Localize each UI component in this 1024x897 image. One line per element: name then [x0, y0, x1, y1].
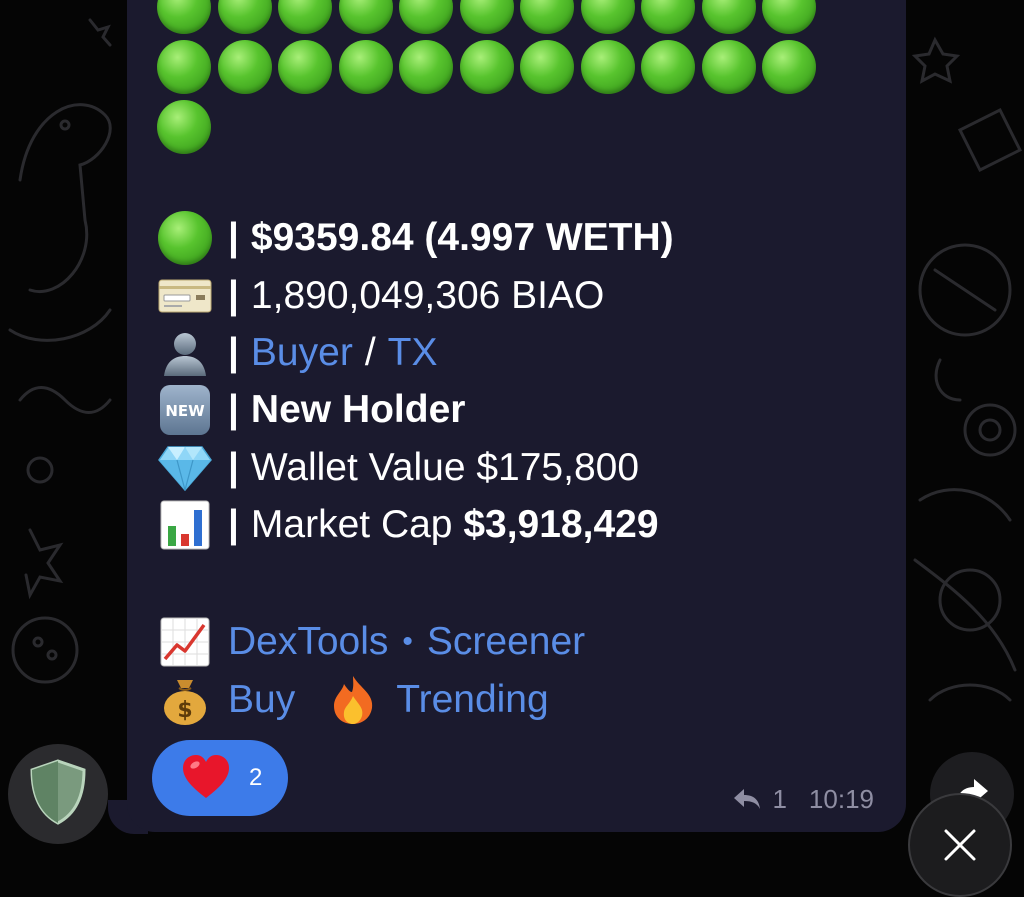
new-holder-line: NEW | New Holder	[157, 382, 465, 438]
green-circle-icon	[520, 40, 574, 94]
bar-chart-icon	[157, 498, 212, 553]
new-button-icon: NEW	[157, 383, 212, 438]
green-circle-icon	[157, 0, 211, 34]
buyer-link[interactable]: Buyer	[251, 331, 353, 375]
reply-arrow-icon	[732, 787, 762, 811]
separator: |	[228, 503, 239, 546]
buy-link[interactable]: Buy	[228, 678, 295, 722]
amount-line: | $9359.84 (4.997 WETH)	[157, 210, 674, 266]
green-dots-row	[157, 40, 827, 94]
gem-icon	[157, 441, 212, 496]
green-circle-icon	[459, 0, 514, 34]
separator: |	[228, 446, 239, 489]
green-dots-row	[157, 0, 827, 34]
green-circle-icon	[580, 0, 635, 34]
market-cap-label: Market Cap	[250, 503, 464, 546]
fire-icon	[325, 673, 380, 728]
green-circle-icon	[278, 40, 332, 94]
new-holder-label: New Holder	[250, 388, 466, 431]
wallet-value: Wallet Value $175,800	[250, 446, 640, 489]
money-bag-icon: $	[157, 673, 212, 728]
market-cap-line: | Market Cap $3,918,429	[157, 497, 659, 553]
links-line: DexTools • Screener	[157, 614, 585, 670]
separator: |	[228, 388, 239, 431]
green-circle-icon	[762, 0, 816, 34]
green-circle-icon	[701, 0, 756, 34]
green-circle-icon	[217, 40, 272, 94]
green-circle-icon	[520, 0, 574, 34]
shield-icon	[27, 758, 89, 831]
shield-avatar-button[interactable]	[8, 744, 108, 844]
amount-value: $9359.84 (4.997 WETH)	[250, 216, 674, 259]
green-dots-row	[157, 100, 827, 154]
trending-link[interactable]: Trending	[396, 678, 548, 722]
slash-separator: /	[364, 331, 376, 374]
separator: |	[228, 331, 239, 374]
green-circle-icon	[157, 211, 212, 266]
green-circle-icon	[217, 0, 272, 34]
dextools-link[interactable]: DexTools	[228, 620, 388, 664]
green-dots-graphic	[157, 0, 827, 160]
chart-increasing-icon	[157, 615, 212, 670]
green-circle-icon	[641, 40, 695, 94]
reaction-count: 2	[249, 764, 263, 791]
green-circle-icon	[338, 40, 393, 94]
green-circle-icon	[157, 100, 211, 154]
separator: |	[228, 216, 239, 259]
svg-text:$: $	[177, 698, 192, 723]
wallet-value-line: | Wallet Value $175,800	[157, 440, 639, 496]
dot-separator: •	[402, 625, 413, 658]
green-circle-icon	[338, 0, 393, 34]
green-circle-icon	[580, 40, 635, 94]
green-circle-icon	[762, 40, 816, 94]
tokens-value: 1,890,049,306 BIAO	[250, 274, 605, 317]
reaction-pill[interactable]: 2	[152, 740, 288, 816]
person-silhouette-icon	[157, 326, 212, 381]
green-circle-icon	[459, 40, 514, 94]
market-cap-value: $3,918,429	[463, 503, 659, 546]
green-circle-icon	[278, 0, 332, 34]
separator: |	[228, 274, 239, 317]
green-circle-icon	[701, 40, 756, 94]
tx-link[interactable]: TX	[388, 331, 438, 375]
buy-trending-line: $ Buy Trending	[157, 672, 549, 728]
green-circle-icon	[157, 40, 211, 94]
svg-text:NEW: NEW	[165, 402, 205, 420]
reply-count: 1	[772, 783, 787, 814]
buyer-line: | Buyer / TX	[157, 325, 438, 381]
screener-link[interactable]: Screener	[427, 620, 585, 664]
tokens-line: | 1,890,049,306 BIAO	[157, 268, 604, 324]
heart-icon	[180, 752, 232, 804]
green-circle-icon	[399, 40, 453, 94]
credit-card-icon	[157, 269, 212, 324]
close-icon	[940, 825, 980, 870]
close-button[interactable]	[908, 793, 1012, 897]
green-circle-icon	[641, 0, 695, 34]
green-circle-icon	[399, 0, 453, 34]
message-meta: 1 10:19	[732, 784, 874, 814]
message-time: 10:19	[808, 783, 874, 814]
